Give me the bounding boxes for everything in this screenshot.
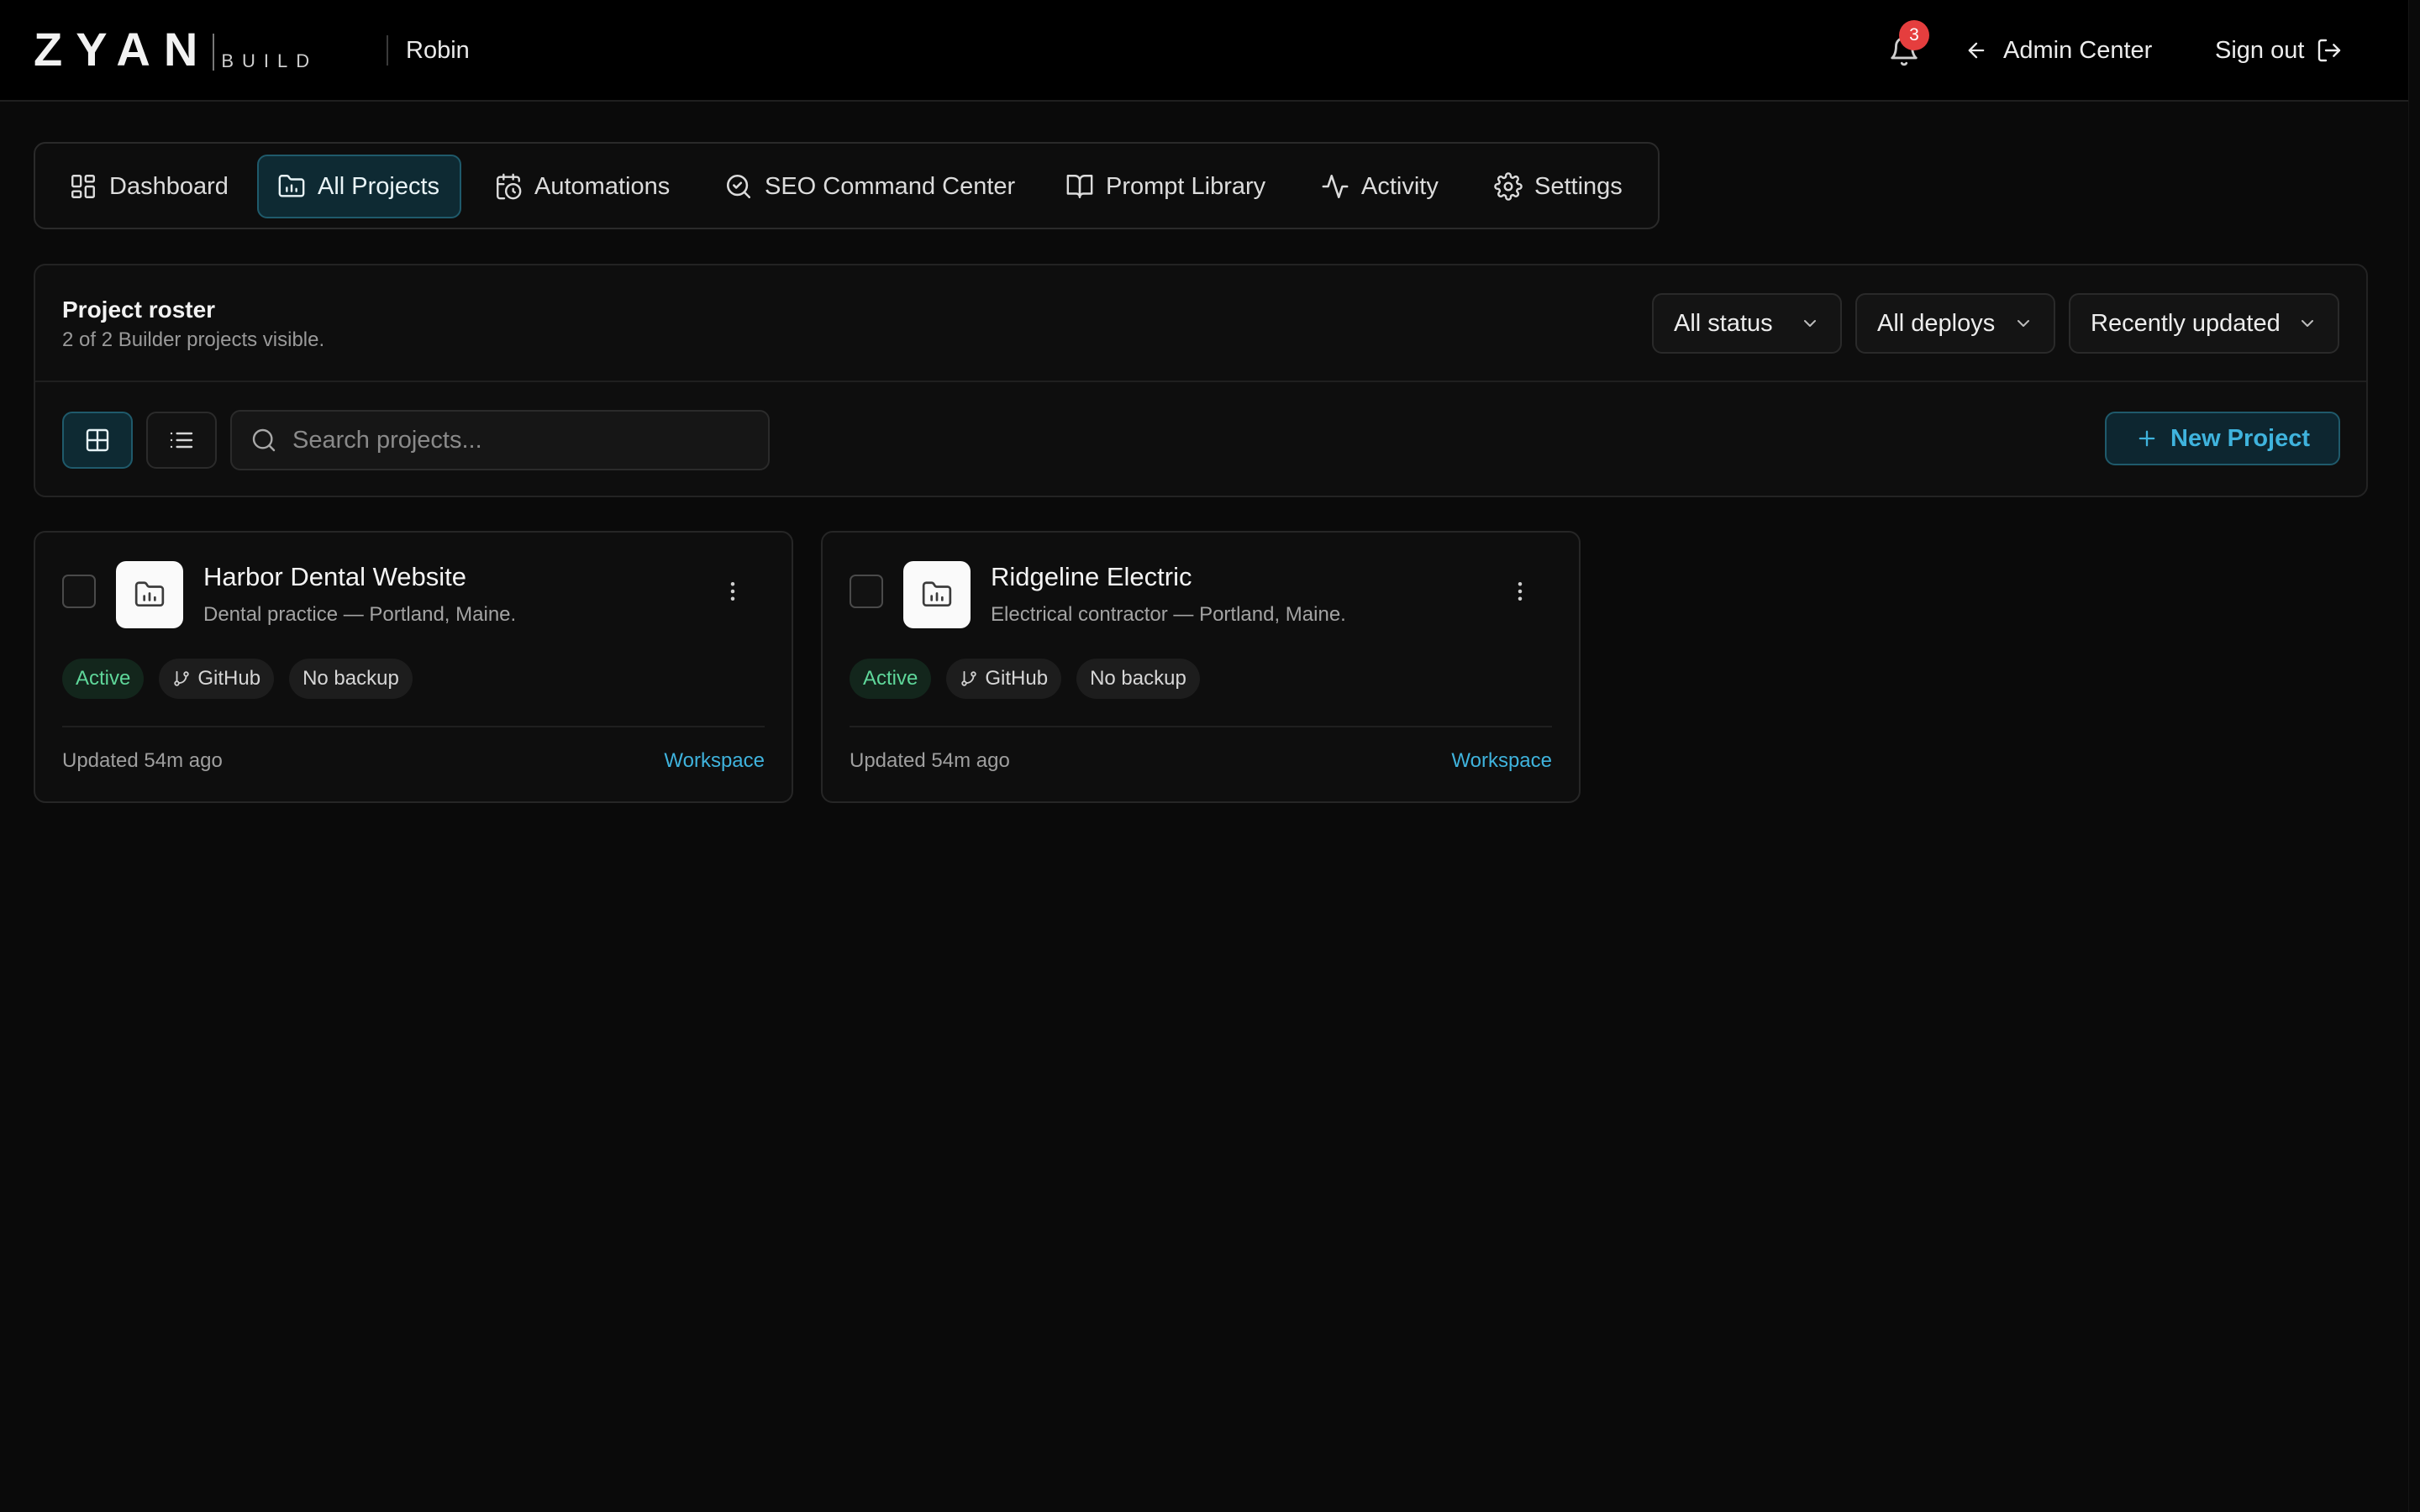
project-description: Dental practice — Portland, Maine.	[203, 603, 517, 626]
more-vertical-icon[interactable]	[716, 575, 750, 608]
updated-timestamp: Updated 54m ago	[62, 749, 223, 772]
grid-icon	[84, 427, 111, 454]
status-badge: Active	[62, 659, 145, 699]
notification-badge: 3	[1899, 20, 1929, 50]
backup-badge: No backup	[289, 659, 413, 699]
tab-all-projects[interactable]: All Projects	[257, 155, 462, 218]
updated-timestamp: Updated 54m ago	[850, 749, 1010, 772]
project-card[interactable]: Harbor Dental Website Dental practice — …	[34, 531, 793, 803]
logo-word: ZYAN	[34, 23, 212, 76]
list-view-button[interactable]	[146, 412, 217, 469]
tab-label: Dashboard	[109, 172, 229, 200]
git-branch-icon	[172, 669, 191, 688]
backup-badge: No backup	[1076, 659, 1200, 699]
logo-sub: BUILD	[221, 50, 318, 71]
log-out-icon	[2316, 37, 2343, 64]
project-badges: Active GitHub No backup	[62, 659, 413, 699]
plus-icon	[2135, 427, 2159, 450]
status-filter-value: All status	[1674, 309, 1773, 337]
project-name[interactable]: Ridgeline Electric	[991, 560, 1192, 594]
tab-seo-command-center[interactable]: SEO Command Center	[724, 155, 1035, 218]
logo-separator	[213, 34, 215, 71]
roster-title: Project roster	[62, 297, 216, 323]
user-separator	[387, 35, 388, 66]
deploys-filter-select[interactable]: All deploys	[1855, 293, 2055, 354]
admin-center-label: Admin Center	[2003, 36, 2153, 64]
new-project-label: New Project	[2170, 424, 2310, 452]
sign-out-label: Sign out	[2215, 36, 2305, 64]
select-checkbox[interactable]	[850, 575, 883, 608]
logo[interactable]: ZYAN BUILD	[34, 23, 318, 76]
scrollbar[interactable]	[2408, 0, 2420, 1512]
sort-value: Recently updated	[2091, 309, 2281, 337]
chevron-down-icon	[2297, 313, 2317, 333]
grid-view-button[interactable]	[62, 412, 133, 469]
tab-prompt-library[interactable]: Prompt Library	[1065, 155, 1286, 218]
book-open-icon	[1065, 172, 1094, 201]
tab-label: Prompt Library	[1106, 172, 1266, 200]
deploys-filter-value: All deploys	[1877, 309, 1996, 337]
list-icon	[168, 427, 195, 454]
main-nav: Dashboard All Projects Automations SEO C…	[34, 142, 1660, 229]
project-search[interactable]	[230, 410, 770, 470]
gear-icon	[1494, 172, 1523, 201]
repo-badge: GitHub	[159, 659, 275, 699]
workspace-link[interactable]: Workspace	[1451, 748, 1552, 774]
admin-center-link[interactable]: Admin Center	[1965, 34, 2152, 67]
tab-label: Automations	[534, 172, 671, 200]
project-badges: Active GitHub No backup	[850, 659, 1200, 699]
folder-chart-icon	[903, 561, 971, 628]
status-badge: Active	[850, 659, 932, 699]
repo-label: GitHub	[985, 667, 1049, 690]
roster-subtitle: 2 of 2 Builder projects visible.	[62, 328, 325, 351]
activity-icon	[1321, 172, 1349, 201]
git-branch-icon	[960, 669, 978, 688]
sort-select[interactable]: Recently updated	[2069, 293, 2339, 354]
search-icon	[250, 427, 277, 454]
tab-dashboard[interactable]: Dashboard	[69, 155, 249, 218]
arrow-left-icon	[1965, 39, 1988, 62]
tab-settings[interactable]: Settings	[1494, 155, 1643, 218]
tab-label: All Projects	[318, 172, 440, 200]
roster-divider	[35, 381, 2366, 382]
tab-label: Activity	[1361, 172, 1439, 200]
top-bar: ZYAN BUILD Robin 3 Admin Center Sign out	[0, 0, 2420, 102]
search-input[interactable]	[292, 426, 768, 454]
repo-badge: GitHub	[946, 659, 1062, 699]
tab-label: Settings	[1534, 172, 1623, 200]
chevron-down-icon	[2013, 313, 2033, 333]
new-project-button[interactable]: New Project	[2105, 412, 2340, 465]
project-card[interactable]: Ridgeline Electric Electrical contractor…	[821, 531, 1581, 803]
tab-activity[interactable]: Activity	[1321, 155, 1459, 218]
status-filter-select[interactable]: All status	[1652, 293, 1842, 354]
select-checkbox[interactable]	[62, 575, 96, 608]
calendar-clock-icon	[494, 172, 523, 201]
repo-label: GitHub	[197, 667, 261, 690]
card-divider	[850, 726, 1552, 727]
project-roster-panel: Project roster 2 of 2 Builder projects v…	[34, 264, 2368, 497]
project-name[interactable]: Harbor Dental Website	[203, 560, 466, 594]
dashboard-icon	[69, 172, 97, 201]
search-check-icon	[724, 172, 753, 201]
tab-automations[interactable]: Automations	[494, 155, 690, 218]
user-name: Robin	[406, 37, 470, 64]
workspace-link[interactable]: Workspace	[664, 748, 765, 774]
more-vertical-icon[interactable]	[1503, 575, 1537, 608]
folder-chart-icon	[116, 561, 183, 628]
tab-label: SEO Command Center	[765, 172, 1016, 200]
folder-chart-icon	[277, 172, 306, 201]
chevron-down-icon	[1800, 313, 1820, 333]
card-divider	[62, 726, 765, 727]
sign-out-button[interactable]: Sign out	[2215, 34, 2343, 67]
project-description: Electrical contractor — Portland, Maine.	[991, 603, 1346, 626]
